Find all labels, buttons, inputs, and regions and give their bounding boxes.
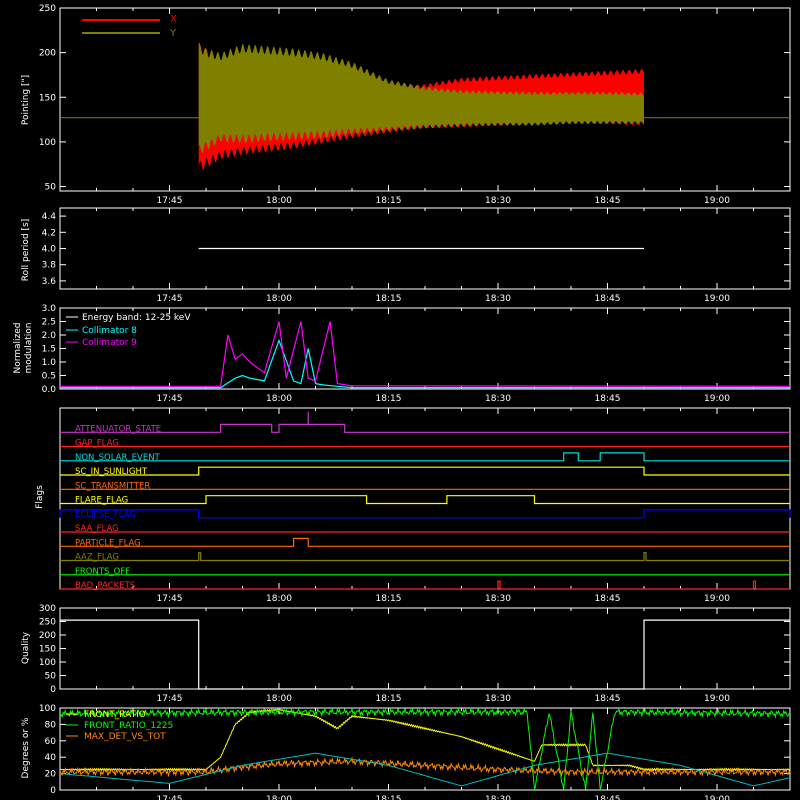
y-tick-label: 4.0 — [42, 245, 57, 255]
x-tick-label: 19:00 — [704, 694, 730, 704]
y-tick-label: 0.0 — [42, 385, 57, 395]
flag-label: PARTICLE_FLAG — [75, 538, 141, 548]
legend-max-det-label: MAX_DET_VS_TOT — [84, 732, 166, 742]
x-tick-label: 18:30 — [485, 694, 511, 704]
flag-label: ATTENUATOR_STATE — [75, 424, 161, 434]
y-tick-label: 2.0 — [42, 331, 57, 341]
flag-label: NON_SOLAR_EVENT — [75, 453, 161, 463]
x-tick-label: 18:15 — [376, 294, 402, 304]
y-tick-label: 20 — [45, 770, 57, 780]
y-tick-label: 2.5 — [42, 318, 56, 328]
flag-label: FRONTS_OFF — [75, 567, 130, 577]
x-tick-label: 19:00 — [704, 394, 730, 404]
flags-ylabel: Flags — [35, 485, 45, 509]
pointing-ylabel: Pointing ["] — [21, 75, 31, 125]
x-tick-label: 17:45 — [157, 594, 183, 604]
x-tick-label: 18:15 — [376, 594, 402, 604]
x-tick-label: 18:00 — [266, 294, 292, 304]
y-tick-label: 4.2 — [42, 228, 56, 238]
y-tick-label: 3.8 — [42, 261, 57, 271]
y-tick-label: 200 — [39, 49, 56, 59]
x-tick-label: 18:00 — [266, 694, 292, 704]
x-tick-label: 18:00 — [266, 594, 292, 604]
flag-label: GAP_FLAG — [75, 439, 119, 449]
quality-ylabel: Quality — [21, 631, 31, 664]
legend-collimator9-label: Collimator 9 — [82, 338, 137, 348]
x-tick-label: 19:00 — [704, 795, 730, 800]
ratios-ylabel: Degrees or % — [21, 717, 31, 778]
y-tick-label: 250 — [39, 4, 56, 14]
y-tick-label: 60 — [45, 737, 57, 747]
x-tick-label: 18:30 — [485, 594, 511, 604]
x-tick-label: 17:45 — [157, 795, 183, 800]
x-tick-label: 18:15 — [376, 795, 402, 800]
y-tick-label: 0 — [50, 786, 56, 796]
modulation-ylabel-line1: Normalized — [13, 322, 23, 373]
x-tick-label: 17:45 — [157, 196, 183, 206]
x-tick-label: 18:00 — [266, 795, 292, 800]
y-tick-label: 150 — [39, 93, 56, 103]
y-tick-label: 0.5 — [42, 372, 56, 382]
flag-label: SC_TRANSMITTER — [75, 481, 150, 491]
stix-quicklook-figure: 50100150200250 17:45 18:00 18:15 18:30 18:45… — [0, 0, 800, 800]
y-tick-label: 200 — [39, 631, 56, 641]
x-tick-label: 18:45 — [595, 795, 621, 800]
x-tick-label: 18:15 — [376, 694, 402, 704]
modulation-ylabel-line2: modulation — [24, 323, 34, 374]
x-tick-label: 18:30 — [485, 795, 511, 800]
x-tick-label: 18:00 — [266, 394, 292, 404]
y-tick-label: 40 — [45, 753, 57, 763]
y-tick-label: 150 — [39, 645, 56, 655]
x-tick-label: 18:45 — [595, 394, 621, 404]
legend-x-label: X — [170, 14, 177, 25]
x-tick-label: 19:00 — [704, 196, 730, 206]
flag-label: FLARE_FLAG — [75, 496, 128, 506]
legend-front-ratio-1225-label: FRONT_RATIO_1225 — [84, 721, 173, 731]
x-tick-label: 18:30 — [485, 294, 511, 304]
y-tick-label: 80 — [45, 720, 57, 730]
flag-label: ECLIPSE_FLAG — [75, 510, 136, 520]
y-tick-label: 0 — [50, 685, 56, 695]
y-tick-label: 50 — [45, 183, 57, 193]
x-tick-label: 18:45 — [595, 196, 621, 206]
x-tick-label: 17:45 — [157, 394, 183, 404]
flag-label: SC_IN_SUNLIGHT — [75, 467, 148, 477]
y-tick-label: 4.4 — [42, 212, 57, 222]
y-tick-label: 300 — [39, 604, 56, 614]
x-tick-label: 17:45 — [157, 294, 183, 304]
legend-front-ratio-label: FRONT_RATIO — [84, 710, 146, 720]
x-tick-label: 18:45 — [595, 594, 621, 604]
flag-label: AAZ_FLAG — [75, 553, 119, 563]
roll-period-ylabel: Roll period [s] — [21, 219, 31, 281]
y-tick-label: 1.5 — [42, 345, 56, 355]
y-tick-label: 100 — [39, 138, 56, 148]
y-tick-label: 50 — [45, 672, 57, 682]
y-tick-label: 100 — [39, 658, 56, 668]
x-tick-label: 18:15 — [376, 196, 402, 206]
x-tick-label: 19:00 — [704, 294, 730, 304]
x-tick-label: 18:30 — [485, 196, 511, 206]
y-tick-label: 100 — [39, 704, 56, 714]
x-tick-label: 18:30 — [485, 394, 511, 404]
y-tick-label: 1.0 — [42, 358, 57, 368]
x-tick-label: 18:45 — [595, 294, 621, 304]
legend-y-label: Y — [169, 28, 177, 39]
flag-label: SAA_FLAG — [75, 524, 119, 534]
x-tick-label: 17:45 — [157, 694, 183, 704]
x-tick-label: 18:45 — [595, 694, 621, 704]
x-tick-label: 18:15 — [376, 394, 402, 404]
y-tick-label: 3.0 — [42, 304, 57, 314]
y-tick-label: 250 — [39, 618, 56, 628]
y-tick-label: 3.6 — [42, 277, 57, 287]
flag-label: BAD_PACKETS — [75, 581, 135, 591]
x-tick-label: 19:00 — [704, 594, 730, 604]
x-tick-label: 18:00 — [266, 196, 292, 206]
legend-collimator8-label: Collimator 8 — [82, 326, 137, 336]
legend-energy-label: Energy band: 12-25 keV — [82, 313, 191, 323]
